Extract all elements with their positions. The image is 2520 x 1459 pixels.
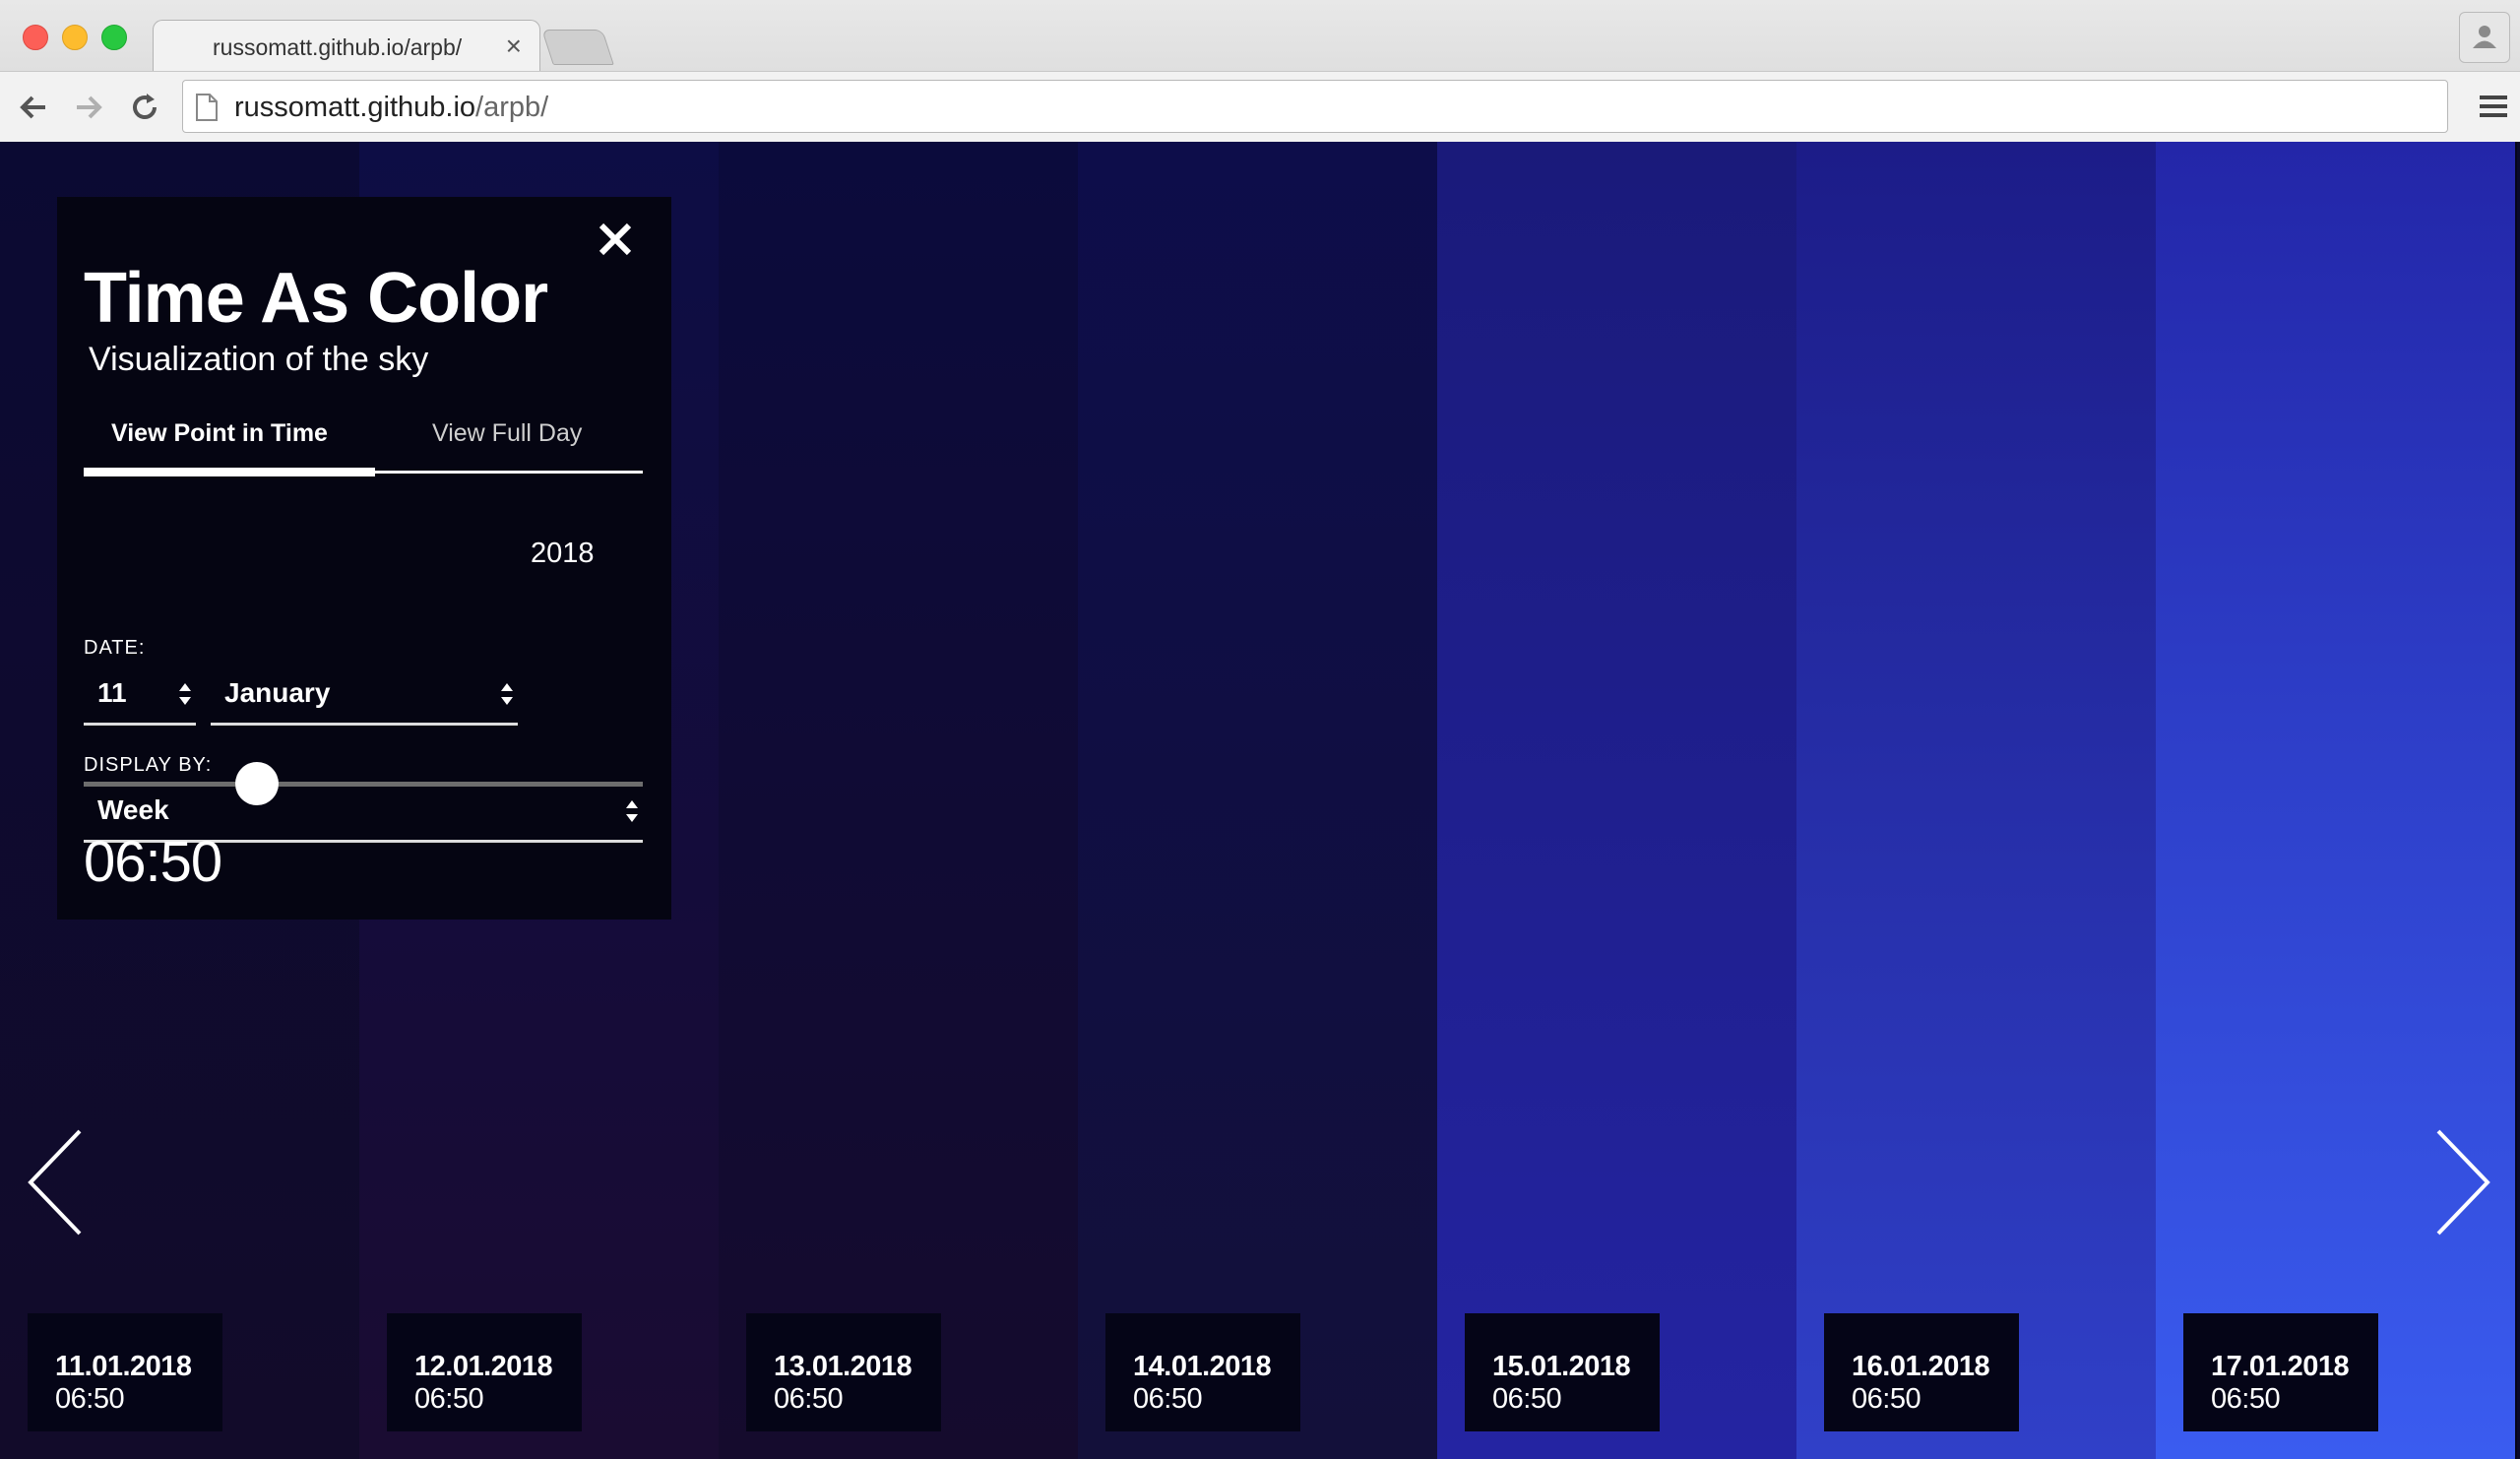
day-time: 06:50 <box>1133 1383 1203 1415</box>
address-bar[interactable]: russomatt.github.io/arpb/ <box>182 80 2448 133</box>
day-date: 17.01.2018 <box>2211 1351 2350 1382</box>
day-card: 13.01.2018 06:50 <box>746 1313 941 1431</box>
tab-view-point-in-time[interactable]: View Point in Time <box>111 419 328 448</box>
browser-tab[interactable]: russomatt.github.io/arpb/ × <box>153 20 540 73</box>
date-label: DATE: <box>84 637 146 659</box>
time-slider-track[interactable] <box>84 782 643 787</box>
tab-title: russomatt.github.io/arpb/ <box>213 34 463 60</box>
next-arrow-icon[interactable] <box>2433 1128 2492 1237</box>
browser-toolbar: russomatt.github.io/arpb/ <box>0 71 2520 142</box>
day-card: 17.01.2018 06:50 <box>2183 1313 2378 1431</box>
day-date: 13.01.2018 <box>774 1351 913 1382</box>
day-card: 12.01.2018 06:50 <box>387 1313 582 1431</box>
month-select[interactable]: January <box>211 667 518 726</box>
tab-close-icon[interactable]: × <box>506 31 522 62</box>
hamburger-menu-icon[interactable] <box>2477 90 2510 123</box>
url-text: russomatt.github.io/arpb/ <box>234 92 548 124</box>
day-date: 16.01.2018 <box>1852 1351 1990 1382</box>
day-card: 14.01.2018 06:50 <box>1105 1313 1300 1431</box>
profile-button[interactable] <box>2459 12 2510 63</box>
back-arrow-icon[interactable] <box>14 88 53 127</box>
spinner-arrows-icon <box>179 683 191 705</box>
day-select[interactable]: 11 <box>84 667 196 726</box>
page-title: Time As Color <box>84 259 548 338</box>
spinner-arrows-icon <box>501 683 513 705</box>
day-card: 16.01.2018 06:50 <box>1824 1313 2019 1431</box>
day-time: 06:50 <box>1852 1383 1922 1415</box>
month-value: January <box>224 677 331 708</box>
close-window-button[interactable] <box>23 25 48 50</box>
display-by-label: DISPLAY BY: <box>84 754 213 776</box>
day-time: 06:50 <box>774 1383 844 1415</box>
day-date: 14.01.2018 <box>1133 1351 1272 1382</box>
page-subtitle: Visualization of the sky <box>89 341 429 378</box>
day-date: 12.01.2018 <box>414 1351 553 1382</box>
url-host: russomatt.github.io <box>234 92 476 123</box>
browser-chrome: russomatt.github.io/arpb/ × russomatt.gi… <box>0 0 2520 142</box>
day-column <box>719 142 1080 1459</box>
day-value: 11 <box>97 677 127 708</box>
person-icon <box>2473 26 2496 48</box>
tab-view-full-day[interactable]: View Full Day <box>432 419 582 448</box>
spinner-arrows-icon <box>626 800 638 822</box>
day-time: 06:50 <box>55 1383 125 1415</box>
day-time: 06:50 <box>414 1383 484 1415</box>
day-date: 15.01.2018 <box>1492 1351 1631 1382</box>
time-readout: 06:50 <box>84 830 222 894</box>
sky-visualization: 11.01.2018 06:50 12.01.2018 06:50 13.01.2018… <box>0 142 2520 1459</box>
control-panel: Time As Color Visualization of the sky V… <box>57 197 671 920</box>
day-time: 06:50 <box>2211 1383 2281 1415</box>
forward-arrow-icon[interactable] <box>69 88 108 127</box>
reload-icon[interactable] <box>125 88 164 127</box>
day-column <box>1078 142 1439 1459</box>
page-icon <box>196 94 218 121</box>
day-date: 11.01.2018 <box>55 1351 192 1382</box>
day-column <box>1437 142 1798 1459</box>
tab-strip: russomatt.github.io/arpb/ × <box>0 0 2520 73</box>
day-card: 11.01.2018 06:50 <box>28 1313 222 1431</box>
display-by-value: Week <box>97 794 169 825</box>
minimize-window-button[interactable] <box>62 25 88 50</box>
maximize-window-button[interactable] <box>101 25 127 50</box>
time-slider-thumb[interactable] <box>235 762 280 805</box>
close-icon[interactable] <box>597 221 634 258</box>
active-tab-indicator <box>84 468 375 476</box>
previous-arrow-icon[interactable] <box>26 1128 85 1237</box>
day-column <box>1796 142 2158 1459</box>
new-tab-button[interactable] <box>541 30 614 65</box>
day-time: 06:50 <box>1492 1383 1562 1415</box>
year-value: 2018 <box>531 538 595 569</box>
day-column <box>2156 142 2517 1459</box>
day-card: 15.01.2018 06:50 <box>1465 1313 1660 1431</box>
url-path: /arpb/ <box>475 92 549 123</box>
